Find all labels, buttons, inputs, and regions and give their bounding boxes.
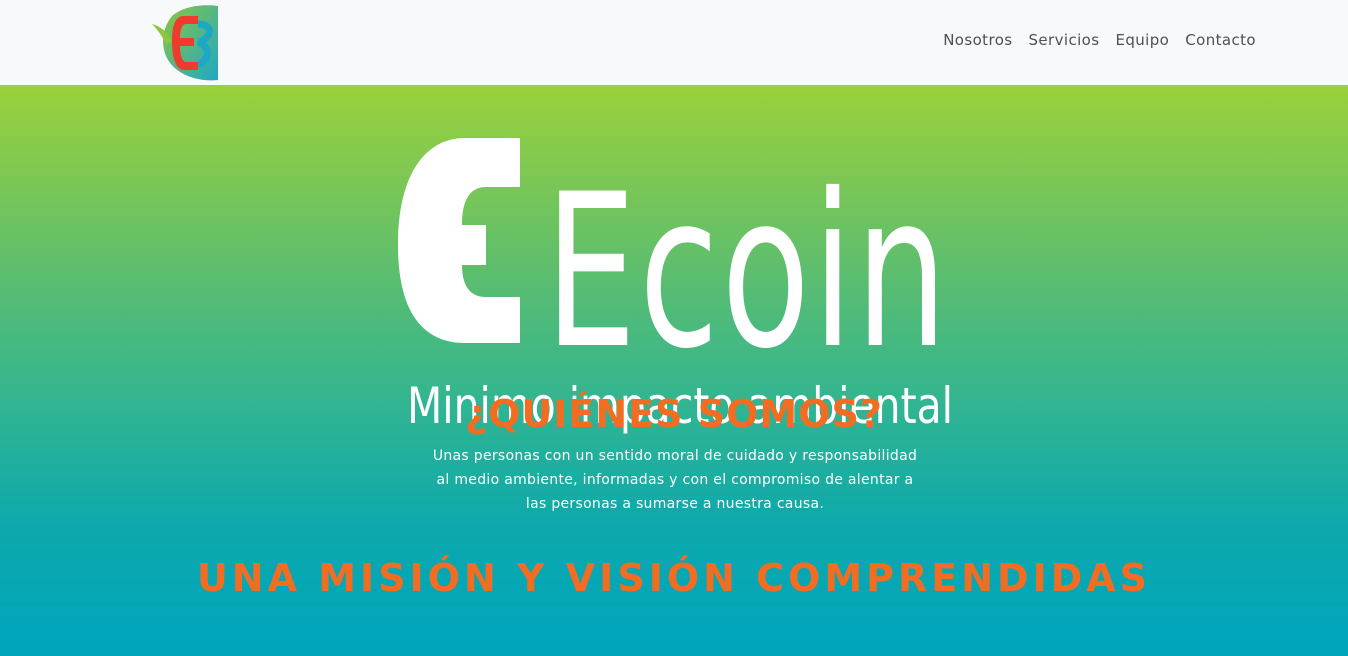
- about-text: Unas personas con un sentido moral de cu…: [432, 448, 918, 512]
- brand-logo[interactable]: [150, 4, 222, 82]
- nav-link-contacto[interactable]: Contacto: [1185, 31, 1256, 49]
- nav-links: Nosotros Servicios Equipo Contacto: [943, 31, 1256, 49]
- hero-logo: Ecoin Minimo impacto ambiental: [398, 138, 953, 435]
- hero-title: Ecoin: [545, 148, 950, 395]
- navbar: Nosotros Servicios Equipo Contacto: [0, 0, 1348, 85]
- nav-link-equipo[interactable]: Equipo: [1115, 31, 1169, 49]
- mission-title: UNA MISIÓN Y VISIÓN COMPRENDIDAS: [196, 556, 1152, 600]
- ecoin-e-glyph: [398, 138, 520, 343]
- about-title: ¿QUIÉNES SOMOS?: [465, 392, 883, 436]
- nav-link-nosotros[interactable]: Nosotros: [943, 31, 1012, 49]
- nav-link-servicios[interactable]: Servicios: [1029, 31, 1100, 49]
- eb-leaf-logo-icon: [152, 5, 218, 81]
